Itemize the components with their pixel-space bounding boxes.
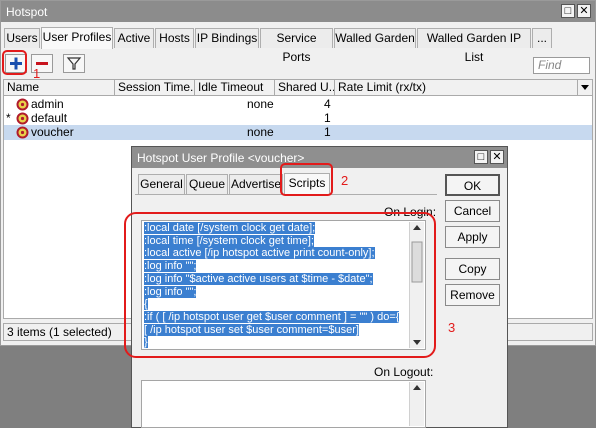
- annotation-number-3: 3: [448, 320, 456, 335]
- tab-general[interactable]: General: [138, 174, 185, 194]
- filter-button[interactable]: [63, 54, 85, 73]
- filter-icon: [66, 57, 82, 70]
- close-icon[interactable]: ✕: [490, 150, 504, 164]
- cancel-button[interactable]: Cancel: [445, 200, 500, 222]
- on-logout-script-field[interactable]: [141, 380, 426, 428]
- table-row[interactable]: admin none 4: [4, 97, 592, 112]
- tab-walled-garden-ip-list[interactable]: Walled Garden IP List: [417, 28, 531, 64]
- tab-ip-bindings[interactable]: IP Bindings: [195, 28, 259, 48]
- window-title: Hotspot: [6, 5, 48, 19]
- tab-advertise[interactable]: Advertise: [229, 174, 283, 194]
- tab-hosts[interactable]: Hosts: [155, 28, 194, 48]
- copy-button[interactable]: Copy: [445, 258, 500, 280]
- close-icon[interactable]: ✕: [577, 4, 591, 18]
- row-name: default: [31, 111, 68, 125]
- row-idle-timeout: none: [247, 97, 274, 111]
- remove-button[interactable]: Remove: [445, 284, 500, 306]
- tab-users[interactable]: Users: [4, 28, 40, 48]
- window-titlebar: Hotspot □ ✕: [1, 1, 595, 22]
- row-shared-users: 1: [324, 111, 331, 125]
- column-menu[interactable]: [578, 80, 592, 96]
- apply-button[interactable]: Apply: [445, 226, 500, 248]
- row-shared-users: 4: [324, 97, 331, 111]
- tab-walled-garden[interactable]: Walled Garden: [334, 28, 416, 48]
- profile-icon: [16, 126, 29, 139]
- annotation-number-1: 1: [33, 66, 41, 81]
- row-shared-users: 1: [324, 125, 331, 139]
- col-rate-limit[interactable]: Rate Limit (rx/tx): [335, 80, 578, 96]
- maximize-icon[interactable]: □: [561, 4, 575, 18]
- tab-active[interactable]: Active: [114, 28, 154, 48]
- table-row-selected[interactable]: voucher none 1: [4, 125, 592, 140]
- on-logout-label: On Logout:: [374, 365, 434, 379]
- table-row[interactable]: * default 1: [4, 111, 592, 126]
- col-name[interactable]: Name: [4, 80, 115, 96]
- row-name: admin: [31, 97, 64, 111]
- annotation-number-2: 2: [341, 173, 349, 188]
- row-marker: *: [6, 111, 11, 125]
- annotation-box-2: [280, 163, 333, 196]
- col-idle-timeout[interactable]: Idle Timeout: [195, 80, 275, 96]
- chevron-down-icon: [581, 85, 589, 90]
- col-shared-users[interactable]: Shared U...: [275, 80, 335, 96]
- col-session-time[interactable]: Session Time...: [115, 80, 195, 96]
- scrollbar-arrows: [413, 385, 421, 390]
- dialog-title: Hotspot User Profile <voucher>: [137, 151, 305, 165]
- row-name: voucher: [31, 125, 74, 139]
- tab-more[interactable]: ...: [532, 28, 552, 48]
- find-input[interactable]: Find: [533, 57, 590, 74]
- maximize-icon[interactable]: □: [474, 150, 488, 164]
- ok-button[interactable]: OK: [445, 174, 500, 196]
- scrollbar[interactable]: [409, 382, 424, 426]
- row-idle-timeout: none: [247, 125, 274, 139]
- tab-service-ports[interactable]: Service Ports: [260, 28, 333, 64]
- tab-user-profiles[interactable]: User Profiles: [41, 27, 113, 49]
- annotation-box-3: [124, 212, 436, 358]
- annotation-box-1: [2, 50, 27, 75]
- tab-queue[interactable]: Queue: [186, 174, 228, 194]
